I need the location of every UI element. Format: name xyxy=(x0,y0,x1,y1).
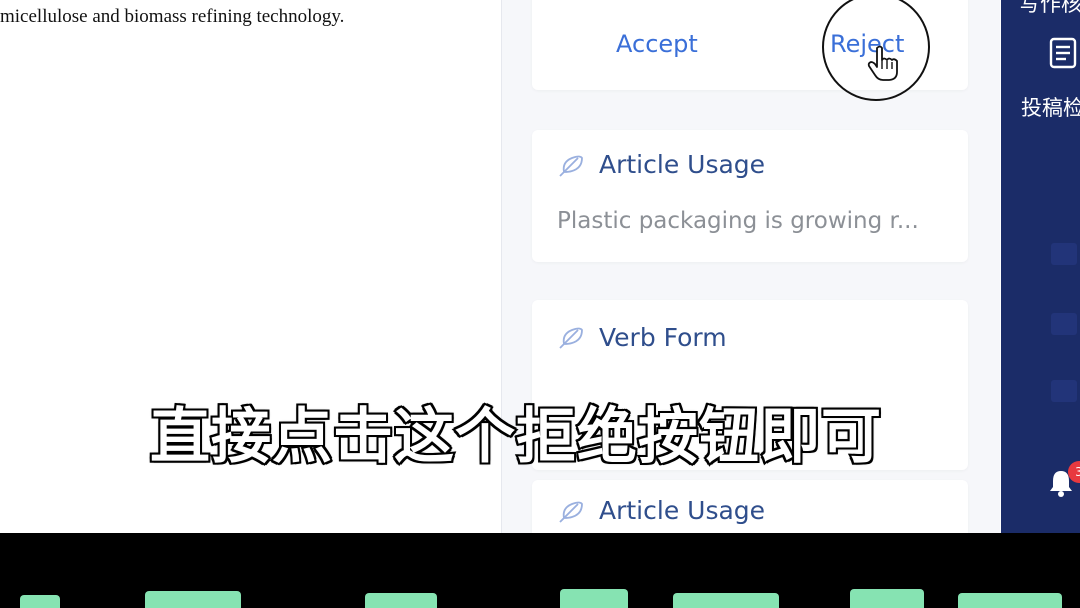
decorative-green-shape xyxy=(560,589,628,608)
checklist-icon[interactable] xyxy=(1048,37,1078,69)
decorative-green-shape xyxy=(673,593,779,608)
suggestion-title: Article Usage xyxy=(599,150,766,179)
bottom-caption-band xyxy=(0,533,1080,608)
suggestion-card[interactable]: Article Usage xyxy=(532,480,968,533)
decorative-green-shape xyxy=(145,591,241,608)
decorative-green-shape xyxy=(958,593,1062,608)
feather-icon xyxy=(559,155,583,177)
sidebar-item-submission-check-label[interactable]: 投稿检 xyxy=(1021,92,1080,122)
suggestion-actions-card: Accept Reject xyxy=(532,0,968,101)
suggestion-title: Article Usage xyxy=(599,496,766,525)
document-text: micellulose and biomass refining technol… xyxy=(0,6,345,27)
feather-icon xyxy=(559,501,583,523)
sidebar-item-placeholder xyxy=(1051,380,1077,402)
hand-pointer-icon xyxy=(867,45,898,81)
suggestion-card[interactable]: Article Usage Plastic packaging is growi… xyxy=(532,130,968,262)
video-subtitle: 直接点击这个拒绝按钮即可 xyxy=(148,400,883,474)
decorative-green-shape xyxy=(850,589,924,608)
feather-icon xyxy=(559,327,583,349)
accept-button[interactable]: Accept xyxy=(616,30,698,58)
sidebar-item-placeholder xyxy=(1051,243,1077,265)
decorative-green-shape xyxy=(365,593,437,608)
decorative-green-shape xyxy=(20,595,60,608)
right-sidebar: 写作核 投稿检 3 xyxy=(1001,0,1080,533)
sidebar-item-writing-label[interactable]: 写作核 xyxy=(1019,0,1080,18)
sidebar-item-placeholder xyxy=(1051,313,1077,335)
suggestion-title: Verb Form xyxy=(599,323,727,352)
suggestion-description: Plastic packaging is growing r... xyxy=(557,208,919,234)
